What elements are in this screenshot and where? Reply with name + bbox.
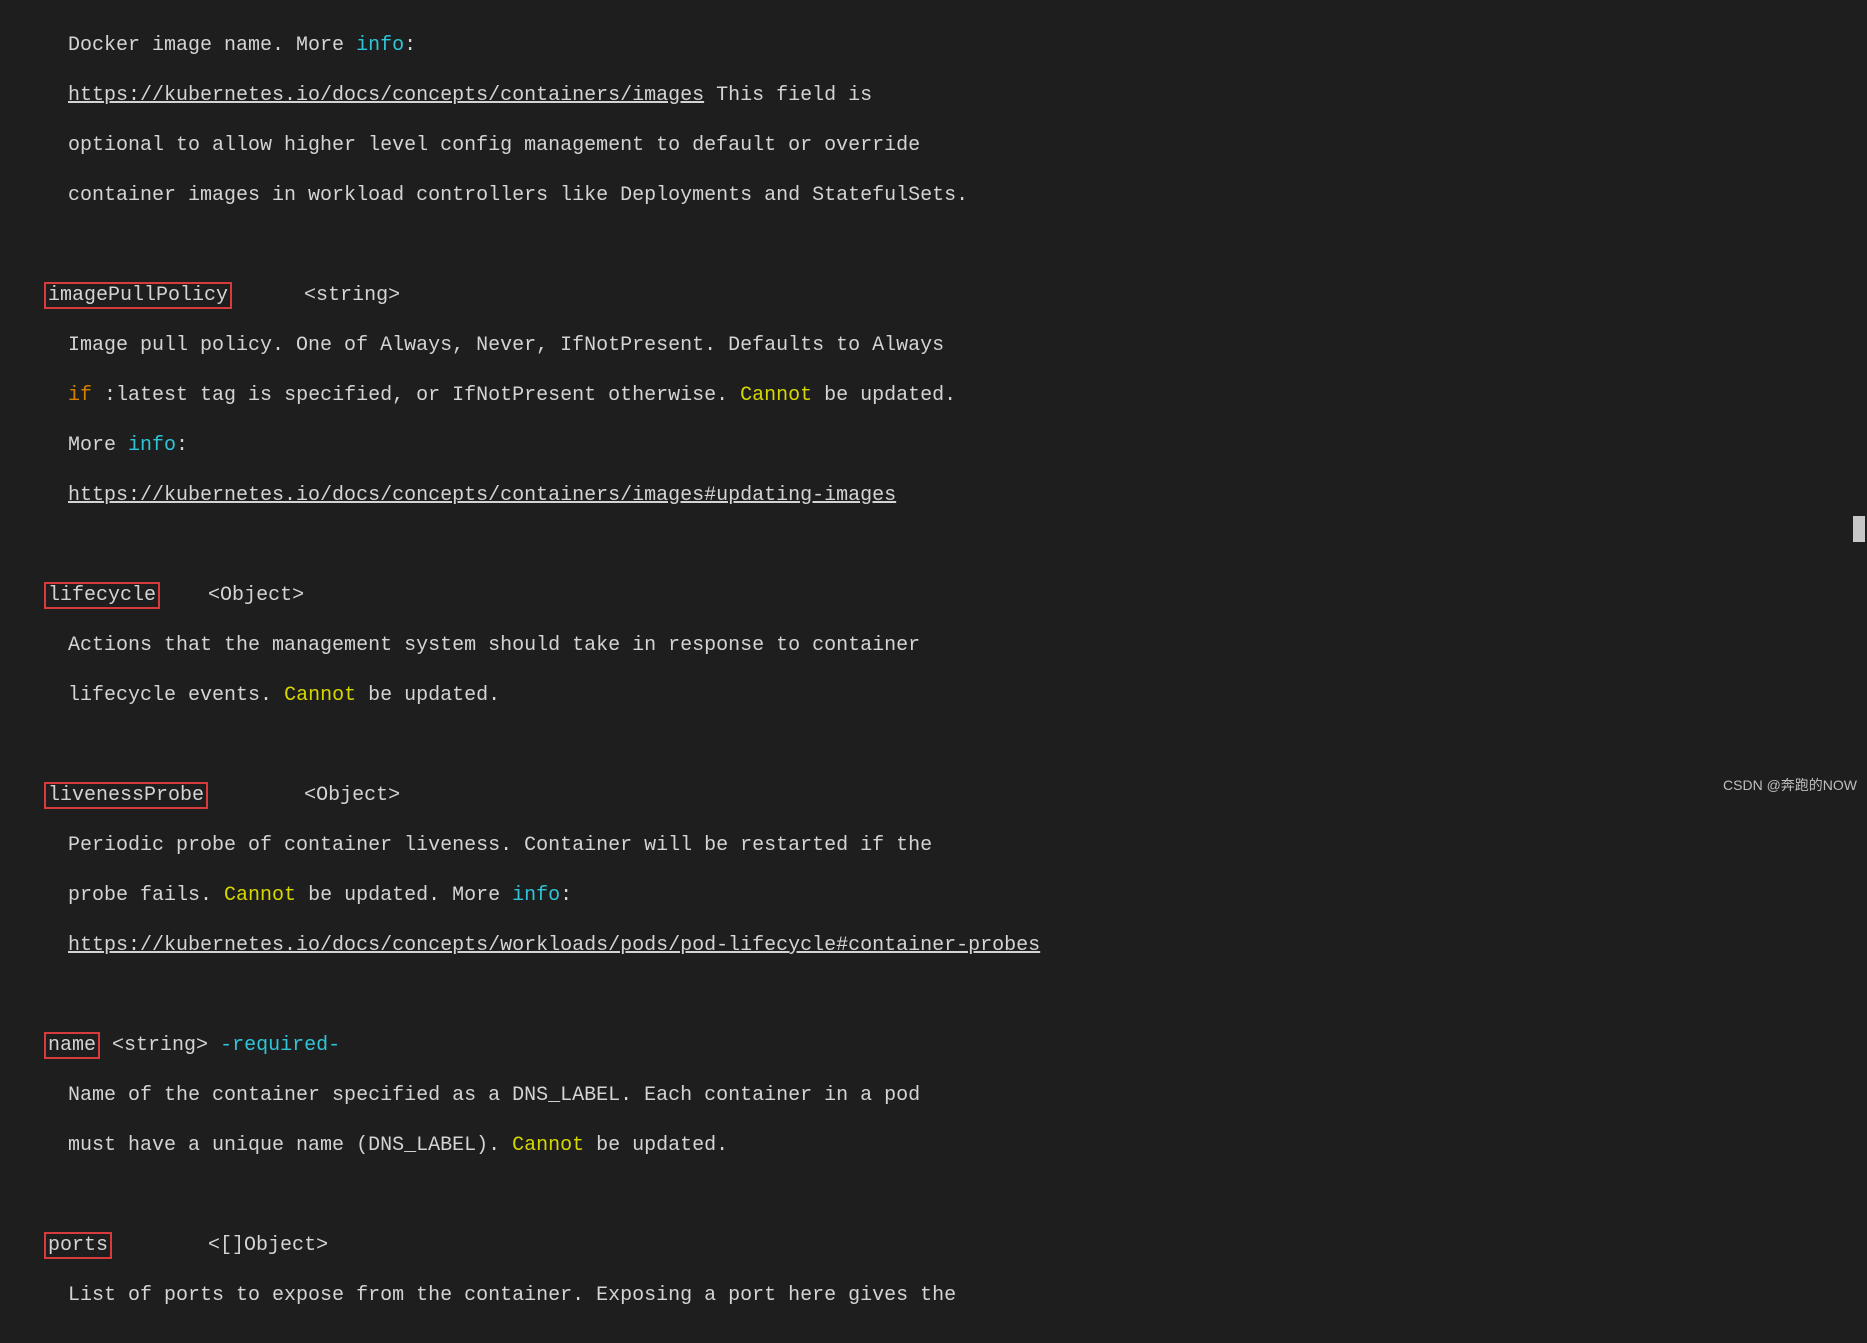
ipp-desc-1: Image pull policy. One of Always, Never,… [8, 333, 1863, 358]
lp-doc-link[interactable]: https://kubernetes.io/docs/concepts/work… [68, 934, 1040, 957]
lifecycle-desc-1: Actions that the management system shoul… [8, 633, 1863, 658]
blank-1 [8, 233, 1863, 258]
blank-5 [8, 1183, 1863, 1208]
ipp-desc-2: if :latest tag is specified, or IfNotPre… [8, 383, 1863, 408]
name-field: name <string> -required- [8, 1033, 1863, 1058]
highlight-name: name [44, 1032, 100, 1059]
highlight-livenessprobe: livenessProbe [44, 782, 208, 809]
cannot-keyword: Cannot [512, 1134, 584, 1157]
lp-desc-2: probe fails. Cannot be updated. More inf… [8, 883, 1863, 908]
livenessprobe-field: livenessProbe <Object> [8, 783, 1863, 808]
blank-4 [8, 983, 1863, 1008]
image-desc-4: container images in workload controllers… [8, 183, 1863, 208]
blank-3 [8, 733, 1863, 758]
lp-link-line: https://kubernetes.io/docs/concepts/work… [8, 933, 1863, 958]
ipp-more: More info: [8, 433, 1863, 458]
doc-page: Docker image name. More info: https://ku… [0, 0, 1867, 1343]
image-desc-1: Docker image name. More info: [8, 33, 1863, 58]
image-doc-link[interactable]: https://kubernetes.io/docs/concepts/cont… [68, 84, 704, 107]
lp-desc-1: Periodic probe of container liveness. Co… [8, 833, 1863, 858]
ports-desc-1: List of ports to expose from the contain… [8, 1283, 1863, 1308]
info-keyword: info [128, 434, 176, 457]
lifecycle-desc-2: lifecycle events. Cannot be updated. [8, 683, 1863, 708]
image-desc-3: optional to allow higher level config ma… [8, 133, 1863, 158]
required-keyword: -required- [220, 1034, 340, 1057]
ipp-link-line: https://kubernetes.io/docs/concepts/cont… [8, 483, 1863, 508]
name-desc-1: Name of the container specified as a DNS… [8, 1083, 1863, 1108]
info-keyword: info [356, 34, 404, 57]
name-desc-2: must have a unique name (DNS_LABEL). Can… [8, 1133, 1863, 1158]
scrollbar-thumb[interactable] [1853, 516, 1865, 542]
highlight-ports: ports [44, 1232, 112, 1259]
blank-2 [8, 533, 1863, 558]
if-keyword: if [68, 384, 92, 407]
highlight-imagepullpolicy: imagePullPolicy [44, 282, 232, 309]
highlight-lifecycle: lifecycle [44, 582, 160, 609]
lifecycle-field: lifecycle <Object> [8, 583, 1863, 608]
info-keyword: info [512, 884, 560, 907]
watermark: CSDN @奔跑的NOW [1723, 773, 1857, 798]
cannot-keyword: Cannot [284, 684, 356, 707]
ports-field: ports <[]Object> [8, 1233, 1863, 1258]
image-link-line: https://kubernetes.io/docs/concepts/cont… [8, 83, 1863, 108]
ipp-doc-link[interactable]: https://kubernetes.io/docs/concepts/cont… [68, 484, 896, 507]
cannot-keyword: Cannot [740, 384, 812, 407]
imagepullpolicy-field: imagePullPolicy <string> [8, 283, 1863, 308]
cannot-keyword: Cannot [224, 884, 296, 907]
